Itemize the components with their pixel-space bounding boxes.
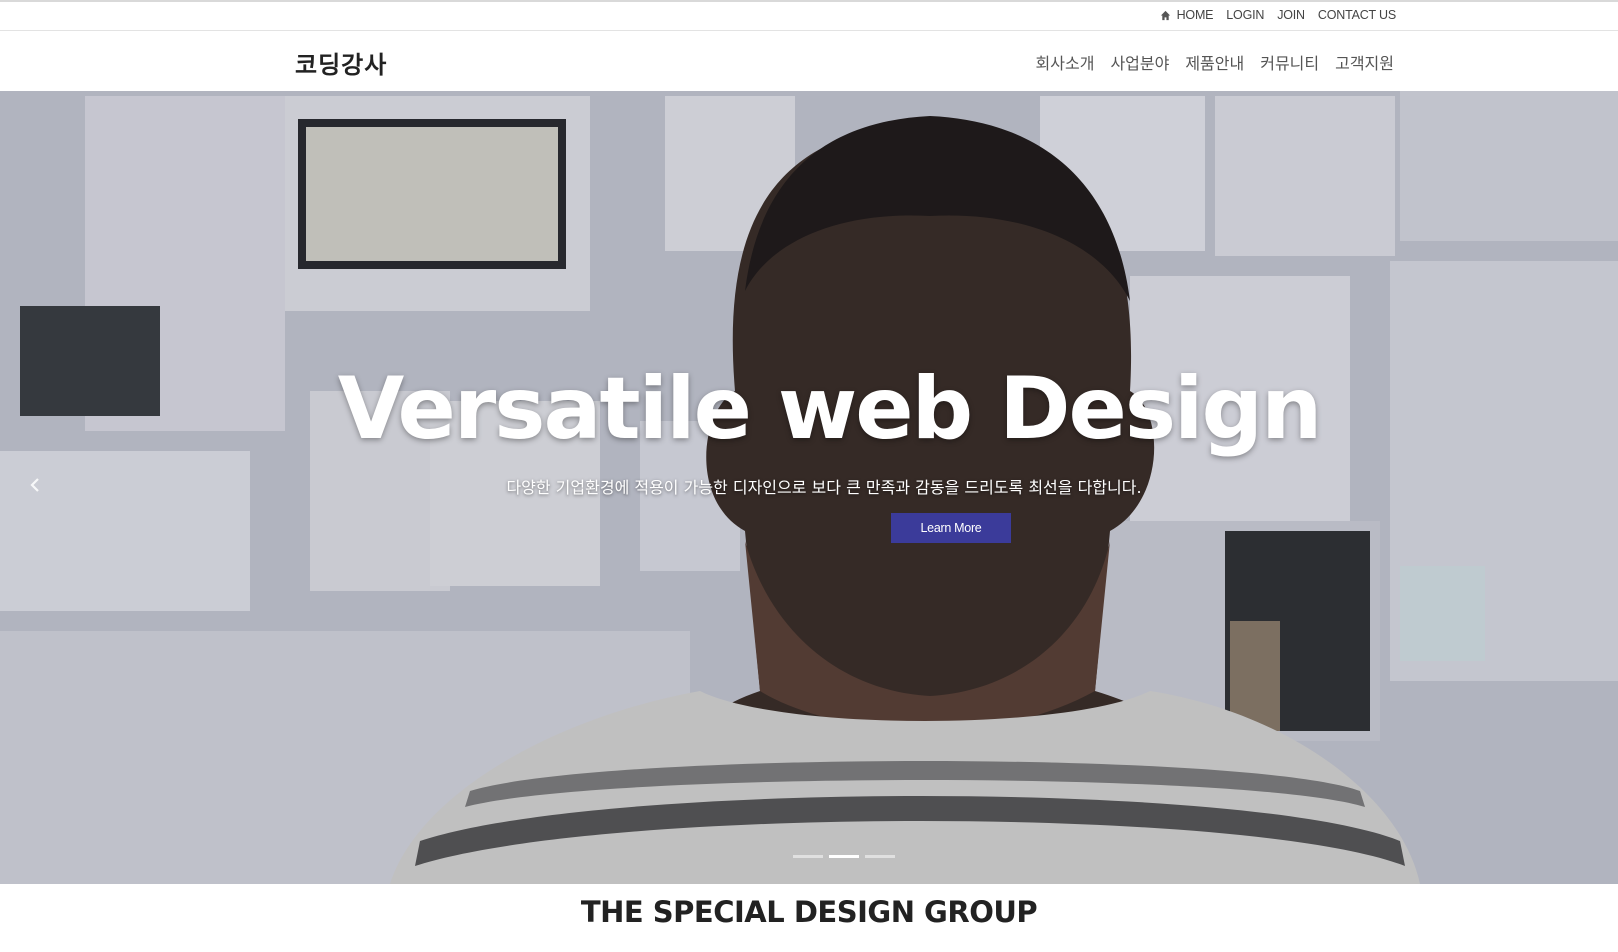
site-logo[interactable]: 코딩강사 <box>295 45 387 80</box>
carousel-prev-button[interactable] <box>28 477 42 493</box>
join-link[interactable]: JOIN <box>1277 8 1305 22</box>
login-link[interactable]: LOGIN <box>1226 8 1264 22</box>
main-nav: 회사소개 사업분야 제품안내 커뮤니티 고객지원 <box>1036 50 1394 74</box>
nav-item-support[interactable]: 고객지원 <box>1335 50 1394 74</box>
carousel-indicator-2[interactable] <box>829 855 859 858</box>
hero-carousel: Versatile web Design 다양한 기업환경에 적용이 가능한 디… <box>0 91 1618 884</box>
utility-nav: HOME LOGIN JOIN CONTACT US <box>1160 8 1396 22</box>
home-icon <box>1160 10 1170 20</box>
chevron-left-icon <box>30 478 39 492</box>
carousel-indicator-3[interactable] <box>865 855 895 858</box>
learn-more-button[interactable]: Learn More <box>891 513 1011 543</box>
hero-title: Versatile web Design <box>337 359 1323 459</box>
hero-subtitle: 다양한 기업환경에 적용이 가능한 디자인으로 보다 큰 만족과 감동을 드리도… <box>506 478 1142 497</box>
home-link-label: HOME <box>1176 8 1214 22</box>
nav-item-company[interactable]: 회사소개 <box>1036 50 1095 74</box>
carousel-indicators <box>793 855 895 858</box>
site-header: 코딩강사 회사소개 사업분야 제품안내 커뮤니티 고객지원 <box>0 31 1618 91</box>
nav-item-products[interactable]: 제품안내 <box>1185 50 1244 74</box>
carousel-indicator-1[interactable] <box>793 855 823 858</box>
contact-us-link[interactable]: CONTACT US <box>1318 8 1396 22</box>
home-link[interactable]: HOME <box>1160 8 1214 22</box>
top-utility-bar: HOME LOGIN JOIN CONTACT US <box>0 0 1618 31</box>
nav-item-business[interactable]: 사업분야 <box>1110 50 1169 74</box>
section-title: THE SPECIAL DESIGN GROUP <box>580 895 1038 929</box>
nav-item-community[interactable]: 커뮤니티 <box>1260 50 1319 74</box>
